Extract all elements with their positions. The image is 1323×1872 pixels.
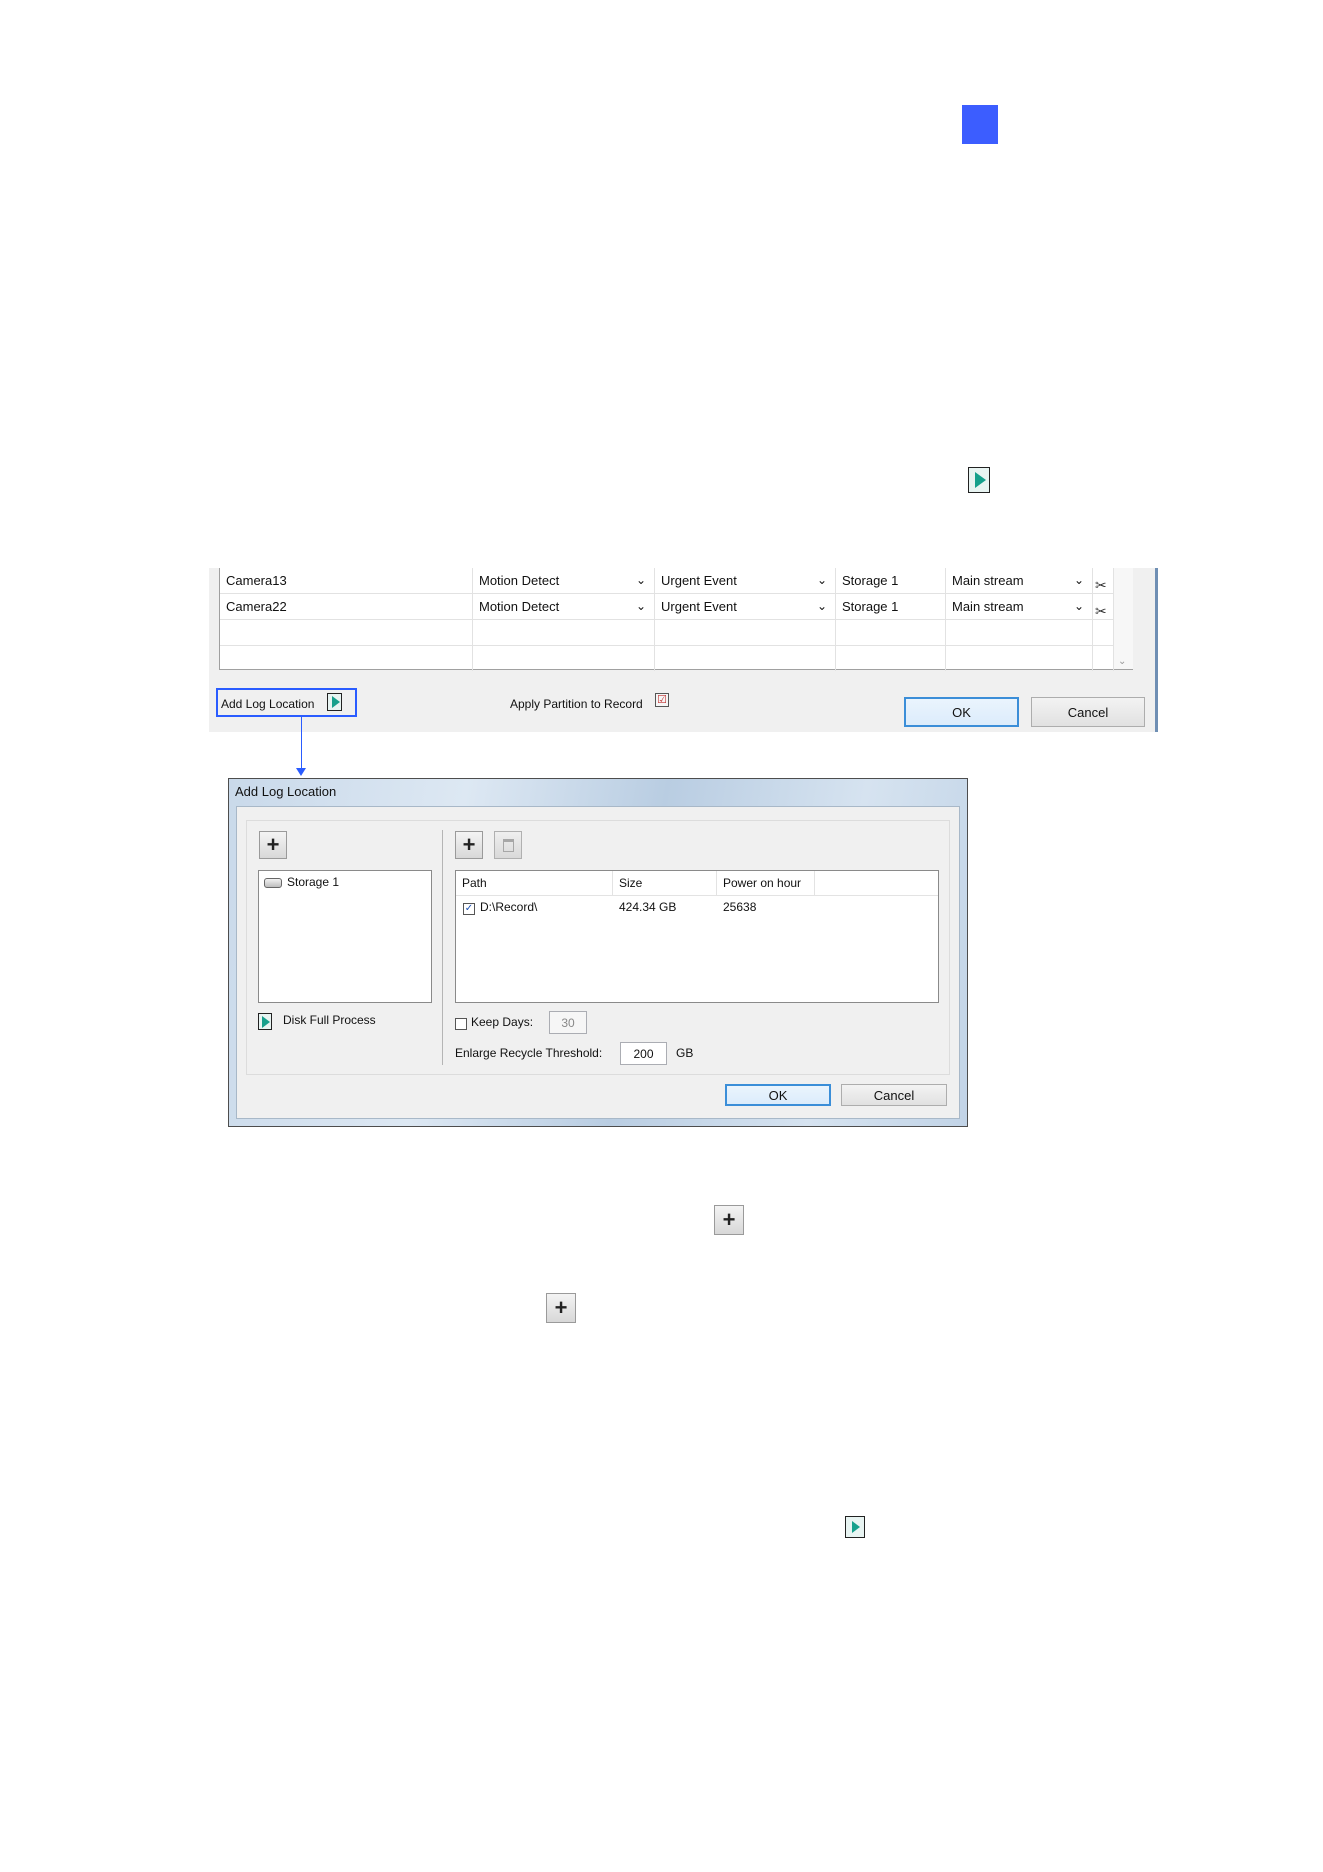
chapter-tab-marker (962, 105, 998, 144)
list-item[interactable]: ✓ D:\Record\ 424.34 GB 25638 (456, 896, 938, 918)
storage-cell: Storage 1 (836, 568, 946, 593)
column-header-power-on-hour[interactable]: Power on hour (717, 871, 815, 895)
enlarge-threshold-label: Enlarge Recycle Threshold: (455, 1046, 603, 1060)
ok-button[interactable]: OK (904, 697, 1019, 727)
scroll-down-icon[interactable]: ⌄ (1118, 656, 1126, 667)
path-value: D:\Record\ (480, 900, 538, 914)
path-list-header: Path Size Power on hour (456, 871, 938, 896)
path-list[interactable]: Path Size Power on hour ✓ D:\Record\ 424… (455, 870, 939, 1003)
dialog-separator (442, 830, 443, 1065)
event-select[interactable]: Urgent Event ⌄ (655, 568, 836, 593)
path-checkbox[interactable]: ✓ (463, 903, 475, 915)
tool-button[interactable]: ✂ (1093, 594, 1114, 619)
delete-path-button[interactable] (494, 831, 522, 859)
dialog-title: Add Log Location (235, 784, 337, 799)
camera-table: Camera13 Motion Detect ⌄ Urgent Event ⌄ St… (219, 568, 1133, 671)
plus-icon: + (266, 832, 280, 857)
plus-icon: + (546, 1293, 576, 1323)
stream-select[interactable]: Main stream ⌄ (946, 568, 1093, 593)
storage-cell: Storage 1 (836, 594, 946, 619)
enlarge-threshold-input[interactable]: 200 (620, 1042, 667, 1065)
storage-list[interactable]: Storage 1 (258, 870, 432, 1003)
add-storage-button[interactable]: + (259, 831, 287, 859)
event-select[interactable]: Urgent Event ⌄ (655, 594, 836, 619)
table-scrollbar[interactable]: ⌄ (1113, 568, 1133, 669)
keep-days-label: Keep Days: (471, 1015, 534, 1029)
storage-list-item[interactable]: Storage 1 (264, 875, 340, 889)
stream-select[interactable]: Main stream ⌄ (946, 594, 1093, 619)
power-on-hour-value: 25638 (723, 900, 757, 914)
camera-name: Camera22 (220, 594, 473, 619)
chevron-down-icon: ⌄ (816, 573, 827, 587)
tool-button[interactable]: ✂ (1093, 568, 1114, 593)
cancel-button[interactable]: Cancel (1031, 697, 1145, 727)
chevron-down-icon: ⌄ (635, 573, 646, 587)
dialog-ok-button[interactable]: OK (725, 1084, 831, 1106)
size-value: 424.34 GB (619, 900, 677, 914)
enlarge-threshold-unit: GB (676, 1046, 694, 1060)
table-row[interactable]: Camera13 Motion Detect ⌄ Urgent Event ⌄ St… (220, 568, 1133, 594)
column-header-size[interactable]: Size (613, 871, 717, 895)
keep-days-checkbox[interactable] (455, 1018, 467, 1030)
plus-icon: + (462, 832, 476, 857)
trigger-select[interactable]: Motion Detect ⌄ (473, 594, 655, 619)
chevron-down-icon: ⌄ (1073, 573, 1084, 587)
highlight-box (216, 688, 357, 717)
dialog-cancel-button[interactable]: Cancel (841, 1084, 947, 1106)
apply-partition-checkbox-icon[interactable]: ☑ (655, 693, 669, 707)
chevron-down-icon: ⌄ (635, 599, 646, 613)
callout-arrow-head (296, 768, 306, 776)
camera-name: Camera13 (220, 568, 473, 593)
table-row[interactable] (220, 646, 1133, 671)
play-icon (968, 467, 990, 493)
table-row[interactable] (220, 620, 1133, 646)
play-icon (845, 1516, 865, 1538)
apply-partition-label: Apply Partition to Record (510, 697, 643, 711)
add-path-button[interactable]: + (455, 831, 483, 859)
column-header-path[interactable]: Path (456, 871, 613, 895)
plus-icon: + (714, 1205, 744, 1235)
disk-full-process-label[interactable]: Disk Full Process (283, 1013, 376, 1027)
chevron-down-icon: ⌄ (816, 599, 827, 613)
window-border (1155, 568, 1158, 732)
hard-disk-icon (264, 877, 282, 888)
keep-days-input[interactable]: 30 (549, 1011, 587, 1034)
disk-full-process-icon[interactable] (258, 1013, 272, 1030)
chevron-down-icon: ⌄ (1073, 599, 1084, 613)
callout-arrow-line (301, 717, 302, 771)
trigger-select[interactable]: Motion Detect ⌄ (473, 568, 655, 593)
trash-icon (502, 838, 514, 852)
table-row[interactable]: Camera22 Motion Detect ⌄ Urgent Event ⌄ St… (220, 594, 1133, 620)
